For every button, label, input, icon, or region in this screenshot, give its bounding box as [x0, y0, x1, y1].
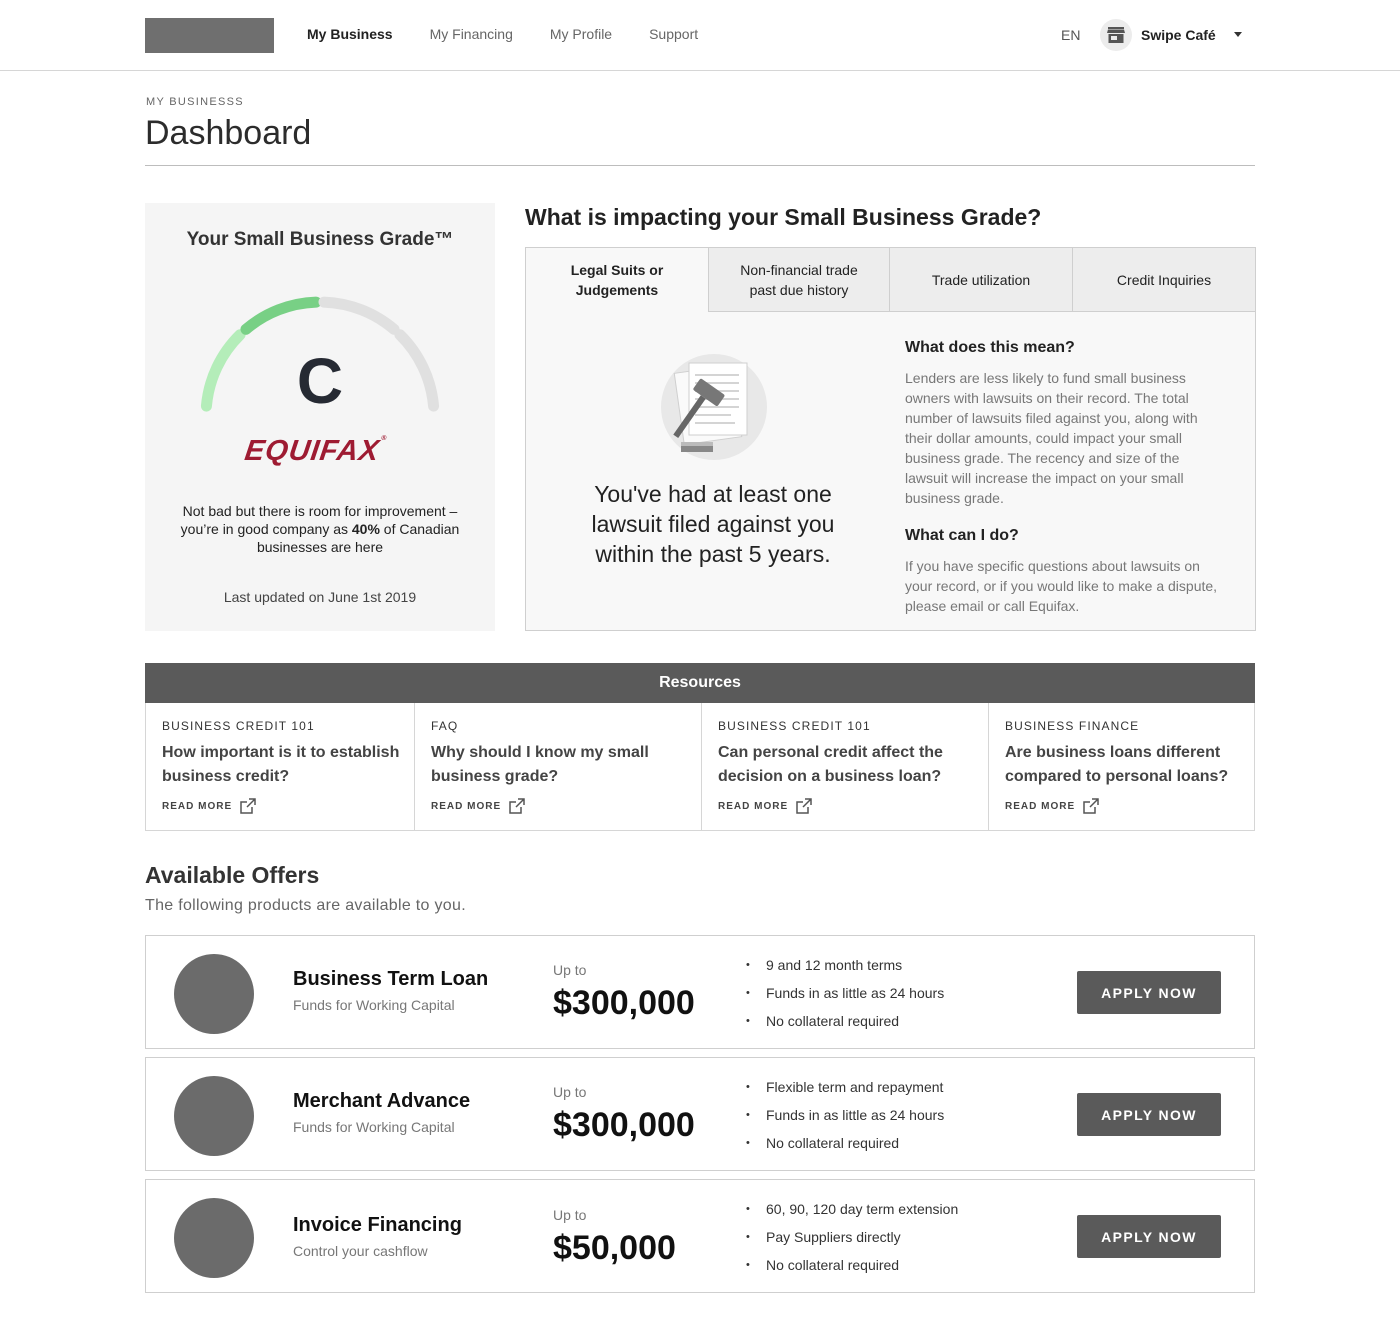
read-more-link[interactable]: READ MORE [162, 798, 256, 814]
offer-image [174, 1076, 254, 1156]
resource-category: FAQ [431, 719, 459, 733]
offer-features: Flexible term and repayment Funds in as … [746, 1077, 944, 1161]
external-link-icon [240, 798, 256, 814]
what-can-do-text: If you have specific questions about law… [905, 558, 1218, 614]
nav-support[interactable]: Support [649, 26, 698, 42]
nav-my-financing[interactable]: My Financing [430, 26, 513, 42]
page-title: Dashboard [145, 114, 312, 152]
what-mean-title: What does this mean? [905, 339, 1075, 356]
impact-heading: What is impacting your Small Business Gr… [525, 204, 1042, 230]
grade-updated: Last updated on June 1st 2019 [223, 589, 417, 605]
resource-card: BUSINESS FINANCE Are business loans diff… [989, 703, 1255, 830]
impact-panel: Legal Suits or Judgements Non-financial t… [525, 247, 1256, 631]
grade-description: Not bad but there is room for improvemen… [180, 503, 460, 555]
gauge-segment-filled [240, 296, 322, 335]
apply-now-button[interactable]: APPLY NOW [1077, 1093, 1221, 1136]
external-link-icon [1083, 798, 1099, 814]
resource-card: BUSINESS CREDIT 101 How important is it … [146, 703, 415, 830]
offer-name: Merchant Advance [293, 1090, 471, 1112]
read-more-link[interactable]: READ MORE [1005, 798, 1099, 814]
account-menu[interactable]: Swipe Café [1100, 19, 1242, 51]
resources-panel: Resources BUSINESS CREDIT 101 How import… [145, 663, 1255, 831]
offer-feature: No collateral required [746, 1133, 944, 1161]
tab-trade-utilization[interactable]: Trade utilization [890, 248, 1073, 312]
lawsuit-gavel-icon [661, 354, 767, 460]
offers-title: Available Offers [145, 862, 320, 888]
impact-tabs: Legal Suits or Judgements Non-financial t… [526, 248, 1255, 312]
apply-now-button[interactable]: APPLY NOW [1077, 971, 1221, 1014]
offer-feature: Funds in as little as 24 hours [746, 1105, 944, 1133]
offer-up-to: Up to [553, 962, 587, 978]
offer-feature: 9 and 12 month terms [746, 955, 944, 983]
apply-now-button[interactable]: APPLY NOW [1077, 1215, 1221, 1258]
offer-amount: $50,000 [553, 1229, 676, 1267]
resource-question: How important is it to establish busines… [162, 744, 400, 785]
offer-image [174, 1198, 254, 1278]
chevron-down-icon[interactable] [1234, 32, 1242, 37]
offer-description: Funds for Working Capital [293, 1119, 455, 1135]
grade-letter: C [296, 345, 344, 417]
offer-feature: Flexible term and repayment [746, 1077, 944, 1105]
equifax-logo: EQUIFAX® [242, 435, 388, 467]
resource-question: Why should I know my small business grad… [431, 744, 649, 785]
main-nav: My Business My Financing My Profile Supp… [307, 26, 735, 42]
grade-card: Your Small Business Grade™ C EQUIFAX® No… [145, 203, 495, 631]
gauge-segment-empty [318, 296, 400, 335]
resource-category: BUSINESS CREDIT 101 [718, 719, 871, 733]
offer-card: Merchant Advance Funds for Working Capit… [145, 1057, 1255, 1171]
what-can-do-title: What can I do? [905, 527, 1019, 544]
tab-legal-suits[interactable]: Legal Suits or Judgements [526, 248, 709, 312]
resource-question: Can personal credit affect the decision … [718, 744, 943, 785]
offer-feature: No collateral required [746, 1255, 958, 1283]
resources-title: Resources [145, 663, 1255, 703]
tab-non-financial-trade[interactable]: Non-financial trade past due history [709, 248, 890, 312]
offer-features: 9 and 12 month terms Funds in as little … [746, 955, 944, 1039]
logo-placeholder[interactable] [145, 18, 274, 53]
nav-my-business[interactable]: My Business [307, 26, 393, 42]
external-link-icon [509, 798, 525, 814]
offer-name: Invoice Financing [293, 1214, 462, 1236]
offer-up-to: Up to [553, 1084, 587, 1100]
grade-title: Your Small Business Grade™ [186, 229, 454, 250]
offer-amount: $300,000 [553, 984, 695, 1022]
resource-card: BUSINESS CREDIT 101 Can personal credit … [702, 703, 989, 830]
offer-feature: 60, 90, 120 day term extension [746, 1199, 958, 1227]
read-more-link[interactable]: READ MORE [431, 798, 525, 814]
offer-up-to: Up to [553, 1207, 587, 1223]
offer-feature: No collateral required [746, 1011, 944, 1039]
offer-card: Business Term Loan Funds for Working Cap… [145, 935, 1255, 1049]
offer-features: 60, 90, 120 day term extension Pay Suppl… [746, 1199, 958, 1283]
resource-category: BUSINESS CREDIT 101 [162, 719, 315, 733]
offer-feature: Pay Suppliers directly [746, 1227, 958, 1255]
resource-card: FAQ Why should I know my small business … [415, 703, 702, 830]
divider [145, 165, 1255, 166]
offer-description: Funds for Working Capital [293, 997, 455, 1013]
offer-feature: Funds in as little as 24 hours [746, 983, 944, 1011]
offer-image [174, 954, 254, 1034]
resource-question: Are business loans different compared to… [1005, 744, 1229, 785]
offers-subtitle: The following products are available to … [145, 897, 466, 914]
language-switch[interactable]: EN [1061, 27, 1080, 43]
nav-my-profile[interactable]: My Profile [550, 26, 612, 42]
store-icon [1100, 19, 1132, 51]
offer-name: Business Term Loan [293, 968, 489, 990]
top-navigation: My Business My Financing My Profile Supp… [0, 0, 1400, 71]
impact-message: You've had at least one lawsuit filed ag… [591, 481, 835, 567]
offer-card: Invoice Financing Control your cashflow … [145, 1179, 1255, 1293]
offer-description: Control your cashflow [293, 1243, 428, 1259]
tab-credit-inquiries[interactable]: Credit Inquiries [1073, 248, 1255, 312]
offer-amount: $300,000 [553, 1106, 695, 1144]
resource-category: BUSINESS FINANCE [1005, 719, 1140, 733]
read-more-link[interactable]: READ MORE [718, 798, 812, 814]
external-link-icon [796, 798, 812, 814]
breadcrumb: MY BUSINESSS [146, 96, 244, 108]
what-mean-text: Lenders are less likely to fund small bu… [905, 370, 1198, 506]
account-name: Swipe Café [1141, 27, 1216, 43]
